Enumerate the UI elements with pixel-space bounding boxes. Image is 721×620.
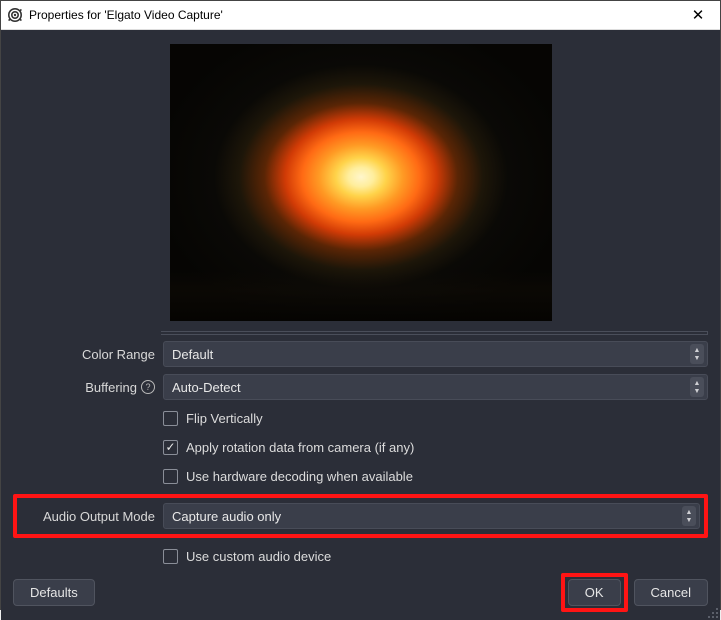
audio-output-row-highlight: Audio Output Mode Capture audio only ▲▼ [13,494,708,538]
section-separator [161,331,708,335]
color-range-row: Color Range Default ▲▼ [13,341,708,367]
color-range-select[interactable]: Default ▲▼ [163,341,708,367]
checkbox-icon [163,549,178,564]
color-range-label: Color Range [13,347,155,362]
custom-audio-label: Use custom audio device [186,549,331,564]
checkbox-icon [163,411,178,426]
apply-rotation-checkbox[interactable]: Apply rotation data from camera (if any) [163,436,708,458]
audio-output-label: Audio Output Mode [17,509,155,524]
audio-output-value: Capture audio only [172,509,281,524]
audio-output-select[interactable]: Capture audio only ▲▼ [163,503,700,529]
close-icon: ✕ [692,6,705,24]
properties-form: Color Range Default ▲▼ Buffering ? Auto-… [13,341,708,567]
titlebar: Properties for 'Elgato Video Capture' ✕ [1,1,720,30]
video-preview [170,44,552,321]
properties-dialog: Properties for 'Elgato Video Capture' ✕ … [0,0,721,610]
hw-decoding-label: Use hardware decoding when available [186,469,413,484]
custom-audio-checkbox[interactable]: Use custom audio device [163,545,708,567]
preview-area [13,44,708,321]
spin-icon: ▲▼ [690,377,704,397]
close-button[interactable]: ✕ [676,1,720,30]
buffering-row: Buffering ? Auto-Detect ▲▼ [13,374,708,400]
hw-decoding-checkbox[interactable]: Use hardware decoding when available [163,465,708,487]
flip-vertically-label: Flip Vertically [186,411,263,426]
window-title: Properties for 'Elgato Video Capture' [29,8,223,22]
apply-rotation-label: Apply rotation data from camera (if any) [186,440,414,455]
flip-vertically-checkbox[interactable]: Flip Vertically [163,407,708,429]
buffering-value: Auto-Detect [172,380,241,395]
dialog-body: Color Range Default ▲▼ Buffering ? Auto-… [1,30,720,620]
checkbox-icon [163,440,178,455]
spin-icon: ▲▼ [682,506,696,526]
spin-icon: ▲▼ [690,344,704,364]
color-range-value: Default [172,347,213,362]
buffering-label: Buffering ? [13,380,155,395]
defaults-button[interactable]: Defaults [13,579,95,606]
dialog-footer: Defaults OK Cancel [13,567,708,612]
checkbox-icon [163,469,178,484]
cancel-button[interactable]: Cancel [634,579,708,606]
help-icon[interactable]: ? [141,380,155,394]
resize-grip-icon[interactable] [707,607,719,619]
app-icon [7,7,23,23]
buffering-select[interactable]: Auto-Detect ▲▼ [163,374,708,400]
ok-button-highlight: OK [561,573,628,612]
ok-button[interactable]: OK [568,579,621,606]
